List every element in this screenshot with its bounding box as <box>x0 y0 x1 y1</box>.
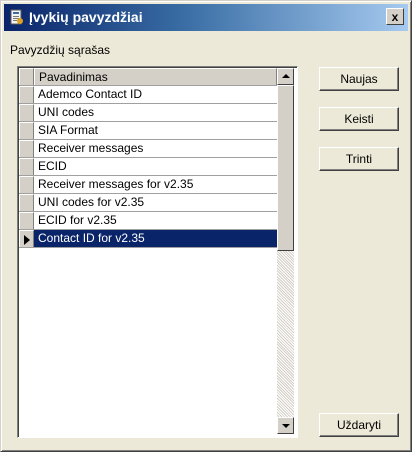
current-row-arrow-icon <box>24 235 30 245</box>
table-row[interactable]: Ademco Contact ID <box>19 86 277 104</box>
delete-button[interactable]: Trinti <box>319 147 399 171</box>
new-button[interactable]: Naujas <box>319 67 399 91</box>
row-name-cell[interactable]: ECID for v2.35 <box>34 212 277 229</box>
scroll-up-button[interactable] <box>277 68 294 85</box>
scroll-thumb[interactable] <box>277 85 294 251</box>
row-name-cell[interactable]: Contact ID for v2.35 <box>34 230 277 247</box>
row-name-cell[interactable]: Ademco Contact ID <box>34 86 277 103</box>
close-window-button[interactable]: x <box>386 8 404 25</box>
examples-grid[interactable]: Pavadinimas Ademco Contact ID UNI codes SI… <box>17 66 298 438</box>
row-indicator-cell[interactable] <box>19 212 34 229</box>
header-indicator-cell <box>19 68 34 85</box>
row-indicator-cell[interactable] <box>19 230 34 247</box>
arrow-up-icon <box>282 74 290 78</box>
scroll-down-button[interactable] <box>277 417 294 434</box>
row-name-cell[interactable]: UNI codes for v2.35 <box>34 194 277 211</box>
row-indicator-cell[interactable] <box>19 176 34 193</box>
row-indicator-cell[interactable] <box>19 122 34 139</box>
title-bar[interactable]: Įvykių pavyzdžiai x <box>4 4 408 31</box>
table-row[interactable]: UNI codes for v2.35 <box>19 194 277 212</box>
grid-header-row: Pavadinimas <box>19 68 277 86</box>
row-indicator-cell[interactable] <box>19 86 34 103</box>
row-name-cell[interactable]: Receiver messages for v2.35 <box>34 176 277 193</box>
row-indicator-cell[interactable] <box>19 194 34 211</box>
table-row[interactable]: Contact ID for v2.35 <box>19 230 277 248</box>
table-row[interactable]: Receiver messages for v2.35 <box>19 176 277 194</box>
table-row[interactable]: ECID for v2.35 <box>19 212 277 230</box>
row-indicator-cell[interactable] <box>19 158 34 175</box>
row-indicator-cell[interactable] <box>19 140 34 157</box>
row-name-cell[interactable]: ECID <box>34 158 277 175</box>
window-title: Įvykių pavyzdžiai <box>29 9 143 25</box>
table-row[interactable]: ECID <box>19 158 277 176</box>
arrow-down-icon <box>282 424 290 428</box>
row-name-cell[interactable]: UNI codes <box>34 104 277 121</box>
column-header-name[interactable]: Pavadinimas <box>34 68 277 85</box>
list-label: Pavyzdžių sąrašas <box>10 43 111 57</box>
edit-button[interactable]: Keisti <box>319 107 399 131</box>
dialog-window: Įvykių pavyzdžiai x Pavyzdžių sąrašas Pa… <box>0 0 412 452</box>
row-name-cell[interactable]: Receiver messages <box>34 140 277 157</box>
close-button[interactable]: Uždaryti <box>319 413 399 437</box>
vertical-scrollbar[interactable] <box>277 68 294 434</box>
row-indicator-cell[interactable] <box>19 104 34 121</box>
table-row[interactable]: Receiver messages <box>19 140 277 158</box>
table-row[interactable]: UNI codes <box>19 104 277 122</box>
app-icon <box>10 9 23 25</box>
table-row[interactable]: SIA Format <box>19 122 277 140</box>
row-name-cell[interactable]: SIA Format <box>34 122 277 139</box>
